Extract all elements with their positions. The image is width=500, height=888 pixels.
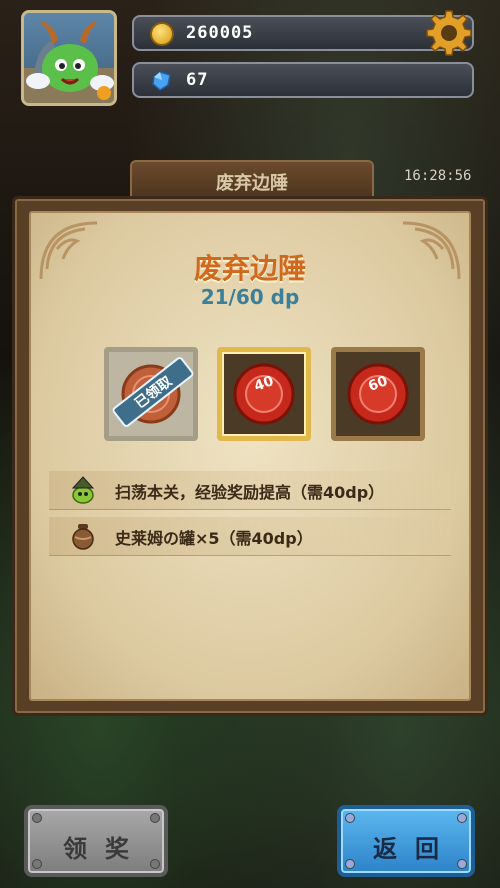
reward-row: 史莱姆の罐×5（需40dp） (49, 517, 451, 556)
reward-text: 史莱姆の罐×5（需40dp） (115, 529, 313, 548)
map-stage-title: 废弃边陲 (216, 173, 288, 194)
dp-progress: 21/60 dp (200, 285, 300, 309)
reward-chest-60[interactable]: 60 (331, 347, 425, 441)
reward-text: 扫荡本关，经验奖励提高（需40dp） (115, 483, 385, 502)
player-avatar[interactable] (21, 10, 117, 106)
reward-chest-claimed[interactable]: 已领取 (104, 347, 198, 441)
claim-button[interactable]: 领奖 (24, 805, 168, 877)
rivet (345, 813, 355, 823)
panel-title: 废弃边陲 (193, 252, 306, 285)
reward-chest-40[interactable]: 40 (217, 347, 311, 441)
back-button[interactable]: 返回 (337, 805, 475, 877)
coin-amount: 260005 (186, 23, 254, 43)
gear-icon[interactable] (424, 8, 474, 58)
back-button-label: 返回 (373, 835, 457, 863)
rivet (150, 813, 160, 823)
rivet (457, 813, 467, 823)
blue-gem-icon (150, 69, 174, 93)
clay-jar-icon (72, 524, 94, 550)
parchment: 废弃边陲 21/60 dp 已领取 40 60 扫荡本关，经验奖励提高（需40d… (29, 211, 471, 701)
coin-counter: 260005 (132, 15, 474, 51)
reward-row: 扫荡本关，经验奖励提高（需40dp） (49, 471, 451, 510)
gem-amount: 67 (186, 70, 209, 90)
dragon-slime-icon (24, 21, 114, 103)
witch-slime-icon (71, 476, 95, 504)
reward-panel: 废弃边陲 21/60 dp 已领取 40 60 扫荡本关，经验奖励提高（需40d… (12, 196, 488, 716)
countdown-timer: 16:28:56 (404, 168, 472, 184)
rivet (32, 813, 42, 823)
gold-coin-icon (150, 22, 174, 46)
gem-counter: 67 (132, 62, 474, 98)
claim-button-label: 领奖 (63, 835, 147, 863)
